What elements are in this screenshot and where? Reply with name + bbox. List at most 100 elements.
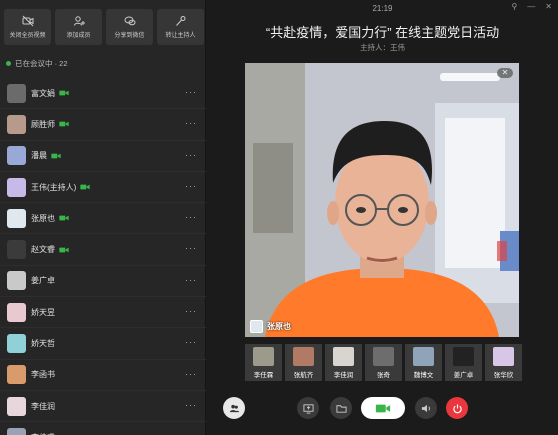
participant-avatar: [7, 177, 26, 197]
participant-name: 潘晨: [31, 151, 47, 161]
participant-avatar: [7, 83, 26, 103]
participant-avatar: [7, 302, 26, 322]
thumbnail-name: 李佳润: [333, 372, 354, 379]
share-screen-button[interactable]: [297, 397, 319, 419]
share-wechat-label: 分享到微信: [114, 33, 145, 39]
transfer-host-button[interactable]: 转让主持人: [157, 9, 204, 45]
participant-name: 李函书: [31, 370, 55, 380]
thumbnail-name: 姜广卓: [453, 372, 474, 379]
participant-row[interactable]: 娇天哲 ···: [0, 328, 206, 360]
add-member-icon: [73, 16, 85, 26]
participant-row[interactable]: 潘晨 ···: [0, 141, 206, 172]
thumbnail-avatar: [253, 347, 274, 366]
camera-icon: [375, 404, 391, 412]
video-thumbnail[interactable]: 魏博文: [405, 344, 442, 381]
participant-row[interactable]: 李佳润 ···: [0, 391, 206, 423]
participant-name: 姜广卓: [31, 276, 55, 286]
thumbnail-name: 张华欣: [493, 372, 514, 379]
mute-all-video-button[interactable]: 关闭全员视频: [4, 9, 51, 45]
window-controls: ⚲ — ✕: [511, 2, 552, 11]
video-thumbnail[interactable]: 李任霖: [245, 344, 282, 381]
add-member-button[interactable]: 添加成员: [55, 9, 102, 45]
participant-avatar: [7, 146, 26, 166]
online-dot-icon: [6, 61, 11, 66]
more-options-icon[interactable]: ···: [185, 338, 197, 347]
close-icon[interactable]: ✕: [545, 2, 552, 11]
camera-on-icon: [59, 122, 69, 127]
speaker-video-feed: [245, 63, 519, 337]
more-options-icon[interactable]: ···: [185, 181, 197, 190]
participant-list: 富文娟 ··· 顾胜师 ··· 潘晨 ··· 王伟(主持人) ··· 张原也 ··· 赵文睿 ··· 姜…: [0, 78, 206, 435]
camera-toggle-button[interactable]: [361, 397, 405, 419]
participant-avatar: [7, 427, 26, 435]
participant-name: 李佳润: [31, 401, 55, 411]
participant-row[interactable]: 李佳睿···: [0, 422, 206, 435]
more-options-icon[interactable]: ···: [185, 275, 197, 284]
more-options-icon[interactable]: ···: [185, 150, 197, 159]
speaker-volume-button[interactable]: [415, 397, 437, 419]
participant-name: 顾胜师: [31, 119, 55, 129]
participant-avatar: [7, 271, 26, 291]
more-options-icon[interactable]: ···: [185, 213, 197, 222]
host-label: 主持人：王伟: [360, 43, 405, 52]
more-options-icon[interactable]: ···: [185, 119, 197, 128]
thumbnail-avatar: [293, 347, 314, 366]
participant-row[interactable]: 富文娟 ···: [0, 78, 206, 110]
participant-name: 娇天哲: [31, 339, 55, 349]
video-off-icon: [22, 15, 33, 27]
more-options-icon[interactable]: ···: [185, 400, 197, 409]
more-options-icon[interactable]: ···: [185, 369, 197, 378]
thumbnail-avatar: [333, 347, 354, 366]
more-options-icon[interactable]: ···: [185, 88, 197, 97]
video-thumbnail[interactable]: 张航齐: [285, 344, 322, 381]
participant-avatar: [7, 334, 26, 354]
participant-avatar: [7, 365, 26, 385]
transfer-host-label: 转让主持人: [165, 33, 196, 39]
share-wechat-button[interactable]: 分享到微信: [106, 9, 153, 45]
meeting-title: “共赴疫情，爱国力行” 在线主题党日活动: [265, 25, 500, 40]
thumbnail-avatar: [413, 347, 434, 366]
participant-row[interactable]: 赵文睿 ···: [0, 234, 206, 266]
folder-icon: [335, 404, 347, 413]
thumbnail-name: 张航齐: [293, 372, 314, 379]
participant-row[interactable]: 顾胜师 ···: [0, 109, 206, 141]
meeting-stage: 21:19 ⚲ — ✕ “共赴疫情，爱国力行” 在线主题党日活动 主持人：王伟: [207, 0, 558, 435]
video-thumbnail[interactable]: 李佳润: [325, 344, 362, 381]
participant-row[interactable]: 王伟(主持人) ···: [0, 172, 206, 204]
people-icon: [229, 404, 239, 412]
share-file-button[interactable]: [330, 397, 352, 419]
close-video-button[interactable]: ✕: [497, 68, 513, 78]
video-thumbnail[interactable]: 张奇: [365, 344, 402, 381]
wechat-share-icon: [124, 16, 135, 26]
camera-on-icon: [59, 247, 69, 252]
video-thumbnail-strip: 李任霖 张航齐 李佳润 张奇 魏博文 姜广卓 张华欣: [245, 344, 558, 381]
participants-button[interactable]: [223, 397, 245, 419]
participant-row[interactable]: 李函书 ···: [0, 360, 206, 391]
share-screen-icon: [302, 403, 314, 414]
add-member-label: 添加成员: [66, 33, 91, 39]
clock: 21:19: [372, 4, 393, 13]
leave-meeting-button[interactable]: [446, 397, 468, 419]
minimize-icon[interactable]: —: [527, 2, 535, 11]
thumbnail-name: 李任霖: [253, 372, 274, 379]
participant-name: 张原也: [31, 213, 55, 223]
thumbnail-avatar: [493, 347, 514, 366]
more-options-icon[interactable]: ···: [185, 307, 197, 316]
participant-avatar: [7, 240, 26, 260]
camera-on-icon: [59, 215, 69, 221]
speaker-icon: [421, 404, 430, 412]
speaker-avatar: [250, 320, 263, 333]
main-video[interactable]: ✕ 张原也: [245, 63, 519, 337]
video-thumbnail[interactable]: 姜广卓: [445, 344, 482, 381]
participant-name: 娇天昱: [31, 307, 55, 317]
online-count-label: 已在会议中 · 22: [15, 59, 68, 68]
participant-row[interactable]: 娇天昱 ···: [0, 297, 206, 329]
pin-icon[interactable]: ⚲: [511, 2, 517, 11]
more-options-icon[interactable]: ···: [185, 244, 197, 253]
participant-row[interactable]: 姜广卓 ···: [0, 266, 206, 298]
camera-on-icon: [51, 153, 61, 159]
online-count: 已在会议中 · 22: [6, 58, 68, 69]
video-thumbnail[interactable]: 张华欣: [485, 344, 522, 381]
participant-row[interactable]: 张原也 ···: [0, 203, 206, 235]
host-actions-bar: 关闭全员视频 添加成员 分享到微信 转让主持人: [4, 9, 204, 45]
